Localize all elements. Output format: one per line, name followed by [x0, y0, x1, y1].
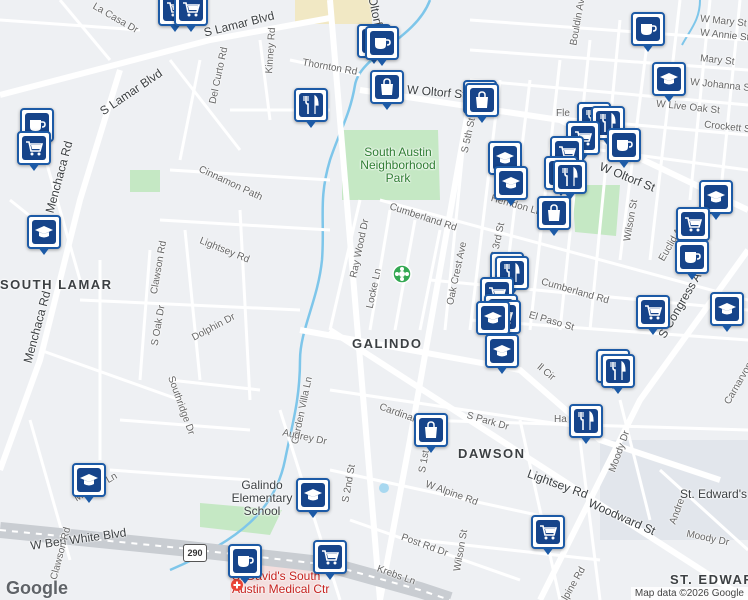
food-poi-pin[interactable] [553, 160, 587, 200]
school-poi-pin[interactable] [72, 463, 106, 503]
graduation-cap-icon [715, 297, 739, 321]
area-label-st-edwards: ST. EDWAR [670, 572, 748, 587]
coffee-poi-pin[interactable] [365, 26, 399, 66]
fork-knife-icon [299, 93, 323, 117]
shopping-bag-icon [375, 75, 399, 99]
graduation-cap-icon [704, 185, 728, 209]
coffee-cup-icon [680, 245, 704, 269]
map-attribution[interactable]: Map data ©2026 Google [630, 587, 748, 600]
shopping-cart-icon [22, 136, 46, 160]
cart-poi-pin[interactable] [636, 295, 670, 335]
graduation-cap-icon [32, 220, 56, 244]
fork-knife-icon [558, 165, 582, 189]
shopping-bag-icon [470, 88, 494, 112]
shopping-bag-icon [419, 418, 443, 442]
street-label-fle: Fle [556, 108, 570, 119]
coffee-poi-pin[interactable] [631, 12, 665, 52]
school-poi-pin[interactable] [652, 62, 686, 102]
fork-knife-icon [606, 359, 630, 383]
cart-poi-pin[interactable] [174, 0, 208, 32]
food-poi-pin[interactable] [569, 404, 603, 444]
park-marker-icon[interactable] [392, 264, 412, 284]
school-poi-pin[interactable] [710, 292, 744, 332]
coffee-poi-pin[interactable] [607, 128, 641, 168]
highway-290-shield: 290 [183, 544, 207, 562]
shopping-poi-pin[interactable] [537, 196, 571, 236]
shopping-poi-pin[interactable] [465, 83, 499, 123]
shopping-cart-icon [681, 212, 705, 236]
area-label-dawson: DAWSON [458, 446, 526, 461]
google-logo: Google [6, 578, 68, 598]
graduation-cap-icon [77, 468, 101, 492]
place-label-university: St. Edward's University [680, 487, 748, 501]
shopping-cart-icon [179, 0, 203, 21]
food-poi-pin[interactable] [294, 88, 328, 128]
food-poi-pin[interactable] [601, 354, 635, 394]
graduation-cap-icon [481, 306, 505, 330]
shopping-cart-icon [536, 520, 560, 544]
coffee-poi-pin[interactable] [228, 544, 262, 584]
shopping-poi-pin[interactable] [414, 413, 448, 453]
school-poi-pin[interactable] [296, 478, 330, 518]
graduation-cap-icon [499, 171, 523, 195]
coffee-cup-icon [612, 133, 636, 157]
shopping-bag-icon [542, 201, 566, 225]
street-label-hart: Ha [554, 414, 567, 425]
shopping-poi-pin[interactable] [370, 70, 404, 110]
cart-poi-pin[interactable] [676, 207, 710, 247]
shopping-cart-icon [318, 545, 342, 569]
school-poi-pin[interactable] [476, 301, 510, 341]
coffee-cup-icon [370, 31, 394, 55]
school-poi-pin[interactable] [485, 334, 519, 374]
area-label-south-lamar: SOUTH LAMAR [0, 277, 113, 292]
coffee-poi-pin[interactable] [675, 240, 709, 280]
coffee-cup-icon [636, 17, 660, 41]
graduation-cap-icon [657, 67, 681, 91]
graduation-cap-icon [490, 339, 514, 363]
fork-knife-icon [574, 409, 598, 433]
cart-poi-pin[interactable] [17, 131, 51, 171]
shopping-cart-icon [641, 300, 665, 324]
map-canvas[interactable]: La Casa Dr S Lamar Blvd S Lamar Blvd Del… [0, 0, 748, 600]
coffee-cup-icon [233, 549, 257, 573]
school-poi-pin[interactable] [27, 215, 61, 255]
park-label: South Austin Neighborhood Park [360, 145, 436, 185]
graduation-cap-icon [301, 483, 325, 507]
school-poi-pin[interactable] [494, 166, 528, 206]
cart-poi-pin[interactable] [313, 540, 347, 580]
area-label-galindo: GALINDO [352, 336, 423, 351]
cart-poi-pin[interactable] [531, 515, 565, 555]
